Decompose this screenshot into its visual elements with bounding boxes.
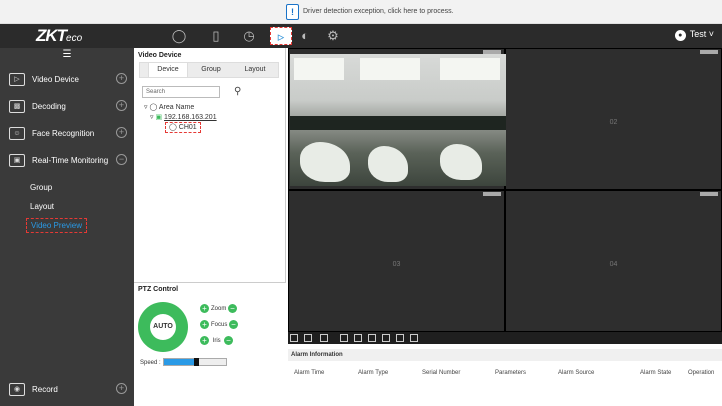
monitor-icon: ▣ bbox=[9, 154, 25, 167]
clock-icon[interactable]: ◷ bbox=[238, 27, 260, 45]
device-icon[interactable]: ▯ bbox=[205, 27, 227, 45]
sidebar-item-record[interactable]: ◉ Record + bbox=[0, 376, 134, 404]
auto-button[interactable]: AUTO bbox=[150, 314, 176, 340]
shield-icon[interactable]: ◐ bbox=[294, 27, 316, 45]
tree-channel[interactable]: ◯ CH01 bbox=[165, 122, 201, 133]
focus-control[interactable]: + Focus − bbox=[200, 320, 240, 329]
alarm-title: Alarm Information bbox=[288, 349, 722, 361]
ptz-title: PTZ Control bbox=[138, 286, 179, 293]
tab-device[interactable]: Device bbox=[148, 63, 188, 77]
tree-device[interactable]: ▿ ▣ 192.168.163.201 bbox=[150, 113, 217, 121]
sidebar-item-decoding[interactable]: ▩ Decoding + bbox=[0, 93, 134, 121]
sidebar: ☰ ▷ Video Device + ▩ Decoding + ☺ Face Recogn… bbox=[0, 48, 134, 406]
col-alarm-source: Alarm Source bbox=[558, 370, 595, 376]
menu-icon[interactable]: ☰ bbox=[0, 48, 134, 62]
layout-9-icon[interactable] bbox=[368, 334, 376, 342]
col-alarm-type: Alarm Type bbox=[358, 370, 389, 376]
speed-label: Speed : bbox=[140, 360, 161, 366]
fullscreen-icon[interactable] bbox=[410, 334, 418, 342]
sidebar-subitem-layout[interactable]: Layout bbox=[30, 202, 54, 211]
logo: ZKTeco bbox=[36, 26, 83, 45]
sidebar-subitem-video-preview[interactable]: Video Preview bbox=[26, 218, 87, 233]
ptz-icon[interactable] bbox=[304, 334, 312, 342]
search-icon[interactable]: ⚲ bbox=[234, 86, 241, 97]
sidebar-item-face-recognition[interactable]: ☺ Face Recognition + bbox=[0, 120, 134, 148]
live-video-feed[interactable] bbox=[290, 54, 506, 186]
layout-custom-icon[interactable] bbox=[396, 334, 404, 342]
gear-icon[interactable]: ⚙ bbox=[322, 27, 344, 45]
tab-group[interactable]: Group bbox=[190, 63, 232, 77]
record-video-icon[interactable] bbox=[320, 334, 328, 342]
col-operation: Operation bbox=[688, 370, 715, 376]
video-cell-02[interactable]: 02 bbox=[505, 48, 722, 190]
record-icon: ◉ bbox=[9, 383, 25, 396]
user-menu[interactable]: ● Test ˅ bbox=[674, 29, 714, 41]
user-icon: ● bbox=[674, 30, 686, 41]
iris-control[interactable]: + Iris − bbox=[200, 336, 235, 345]
tree-area[interactable]: ▿ ◯ Area Name bbox=[144, 103, 194, 111]
col-alarm-state: Alarm State bbox=[640, 370, 672, 376]
layout-1-icon[interactable] bbox=[340, 334, 348, 342]
device-tabs: Device Group Layout bbox=[139, 62, 279, 78]
video-toolbar bbox=[288, 332, 722, 344]
tab-layout[interactable]: Layout bbox=[234, 63, 276, 77]
panel-title: Video Device bbox=[138, 52, 182, 59]
layout-16-icon[interactable] bbox=[382, 334, 390, 342]
col-alarm-time: Alarm Time bbox=[294, 370, 325, 376]
video-icon[interactable]: ▹ bbox=[270, 27, 292, 45]
col-parameters: Parameters bbox=[495, 370, 527, 376]
alert-icon[interactable]: ! bbox=[286, 4, 299, 20]
face-icon: ☺ bbox=[9, 127, 25, 140]
layout-4-icon[interactable] bbox=[354, 334, 362, 342]
camera-icon: ▷ bbox=[9, 73, 25, 86]
search-input[interactable]: Search bbox=[142, 86, 220, 98]
col-serial-number: Serial Number bbox=[422, 370, 461, 376]
speed-slider[interactable] bbox=[163, 358, 227, 366]
notification-bar[interactable]: ! Driver detection exception, click here… bbox=[0, 0, 722, 24]
video-cell-03[interactable]: 03 bbox=[288, 190, 505, 332]
video-cell-04[interactable]: 04 bbox=[505, 190, 722, 332]
sidebar-subitem-group[interactable]: Group bbox=[30, 183, 52, 192]
person-icon[interactable]: ◯ bbox=[168, 27, 190, 45]
ptz-direction-pad[interactable]: AUTO bbox=[138, 302, 188, 352]
zoom-control[interactable]: + Zoom − bbox=[200, 304, 239, 313]
decoder-icon: ▩ bbox=[9, 100, 25, 113]
alarm-panel: Alarm Information Alarm Time Alarm Type … bbox=[288, 344, 722, 406]
notification-text[interactable]: Driver detection exception, click here t… bbox=[303, 8, 454, 15]
sidebar-item-real-time-monitoring[interactable]: ▣ Real-Time Monitoring − bbox=[0, 147, 134, 175]
sidebar-item-video-device[interactable]: ▷ Video Device + bbox=[0, 66, 134, 94]
snapshot-icon[interactable] bbox=[290, 334, 298, 342]
